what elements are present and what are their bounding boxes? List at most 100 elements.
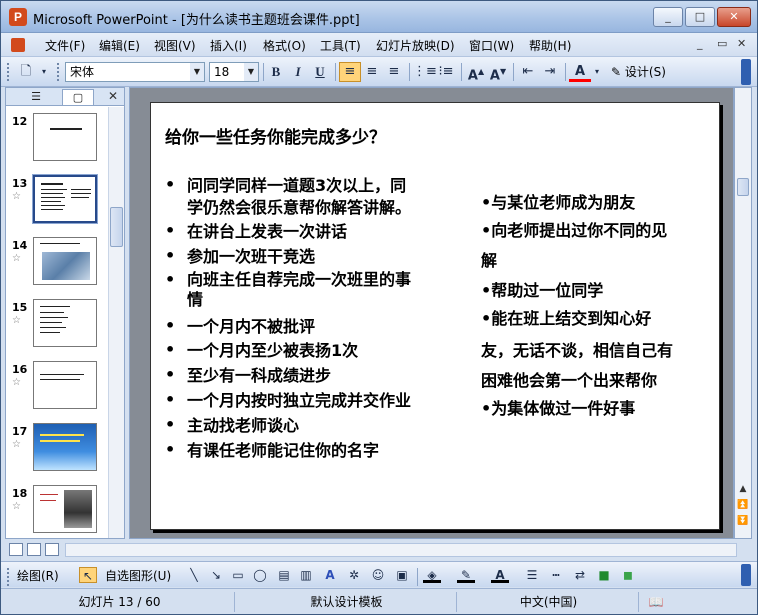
picture-icon[interactable]: ▣ <box>393 567 411 583</box>
slide-thumbnail-12[interactable]: 12 <box>6 109 110 171</box>
right-text-line[interactable]: •向老师提出过你不同的见 <box>481 217 667 241</box>
menu-slideshow[interactable]: 幻灯片放映(D) <box>376 37 455 54</box>
select-pointer-icon[interactable]: ↖ <box>79 567 97 583</box>
autoshapes-button[interactable]: 自选图形(U) <box>105 567 171 584</box>
textbox-tool-icon[interactable]: ▤ <box>275 567 293 583</box>
menu-file[interactable]: 文件(F) <box>45 37 85 54</box>
right-text-line[interactable]: •与某位老师成为朋友 <box>481 189 635 213</box>
close-button[interactable]: ✕ <box>717 7 751 27</box>
italic-button[interactable]: I <box>287 62 309 82</box>
align-left-icon[interactable]: ≡ <box>339 62 361 82</box>
rectangle-tool-icon[interactable]: ▭ <box>229 567 247 583</box>
font-size-select[interactable]: 18 ▼ <box>209 62 259 82</box>
vertical-textbox-icon[interactable]: ▥ <box>297 567 315 583</box>
doc-minimize-button[interactable]: _ <box>697 37 703 50</box>
scrollbar-thumb[interactable] <box>737 178 749 196</box>
draw-menu-button[interactable]: 绘图(R) <box>17 567 59 584</box>
right-text-line[interactable]: 困难他会第一个出来帮你 <box>481 367 657 391</box>
scrollbar-thumb[interactable] <box>110 207 123 247</box>
diagram-icon[interactable]: ✲ <box>345 567 363 583</box>
powerpoint-icon[interactable]: P <box>9 8 27 26</box>
next-slide-icon[interactable]: ⏬ <box>735 514 751 528</box>
fill-color-icon[interactable]: ◈ <box>423 567 441 583</box>
close-icon[interactable]: ✕ <box>108 89 118 103</box>
slide-preview[interactable] <box>33 113 97 161</box>
align-right-icon[interactable]: ≡ <box>383 62 405 82</box>
font-name-select[interactable]: 宋体 ▼ <box>65 62 205 82</box>
oval-tool-icon[interactable]: ◯ <box>251 567 269 583</box>
chevron-down-icon[interactable]: ▼ <box>244 63 258 81</box>
clipart-icon[interactable]: ☺ <box>369 567 387 583</box>
menu-window[interactable]: 窗口(W) <box>469 37 514 54</box>
normal-view-icon[interactable] <box>9 543 23 556</box>
chevron-up-icon[interactable]: ▲ <box>735 482 751 496</box>
thumbnail-scrollbar[interactable] <box>108 107 124 538</box>
toolbar-grip[interactable] <box>7 568 10 586</box>
font-color-icon[interactable]: A <box>569 62 591 82</box>
increase-indent-icon[interactable]: ⇥ <box>539 62 561 82</box>
font-color-icon[interactable]: A <box>491 567 509 583</box>
menu-format[interactable]: 格式(O) <box>263 37 306 54</box>
slide-thumbnail-13[interactable]: 13 ☆ <box>6 171 110 233</box>
menu-edit[interactable]: 编辑(E) <box>99 37 140 54</box>
slide-preview[interactable] <box>33 299 97 347</box>
right-text-line[interactable]: •为集体做过一件好事 <box>481 395 635 419</box>
slide-preview[interactable] <box>33 485 97 533</box>
slide-thumbnail-18[interactable]: 18 ☆ <box>6 481 110 538</box>
bold-button[interactable]: B <box>265 62 287 82</box>
slide-thumbnail-15[interactable]: 15 ☆ <box>6 295 110 357</box>
increase-font-icon[interactable]: A▲ <box>465 62 487 83</box>
toolbar-options-icon[interactable] <box>741 564 751 586</box>
line-color-icon[interactable]: ✎ <box>457 567 475 583</box>
menu-help[interactable]: 帮助(H) <box>529 37 571 54</box>
line-style-icon[interactable]: ☰ <box>523 567 541 583</box>
slide-title[interactable]: 给你一些任务你能完成多少？ <box>165 123 386 148</box>
arrow-tool-icon[interactable]: ↘ <box>207 567 225 583</box>
slide-thumbnail-16[interactable]: 16 ☆ <box>6 357 110 419</box>
toolbar-options-icon[interactable]: ▾ <box>37 62 51 82</box>
slide-thumbnail-14[interactable]: 14 ☆ <box>6 233 110 295</box>
toolbar-grip[interactable] <box>7 63 10 81</box>
toolbar-grip[interactable] <box>57 63 60 81</box>
new-document-icon[interactable]: 🗋 <box>15 62 37 82</box>
slideshow-view-icon[interactable] <box>45 543 59 556</box>
design-button[interactable]: ✎ 设计(S) <box>611 62 666 82</box>
slide-preview[interactable] <box>33 237 97 285</box>
3d-style-icon[interactable]: ◼ <box>619 567 637 583</box>
horizontal-scrollbar[interactable] <box>65 543 737 557</box>
decrease-font-icon[interactable]: A▼ <box>487 62 509 83</box>
bullets-icon[interactable]: ⁝≡ <box>435 62 457 82</box>
slide-sorter-icon[interactable] <box>27 543 41 556</box>
right-text-line[interactable]: •帮助过一位同学 <box>481 277 603 301</box>
right-text-line[interactable]: 友，无话不谈，相信自己有 <box>481 337 673 361</box>
menu-tools[interactable]: 工具(T) <box>320 37 361 54</box>
doc-close-button[interactable]: ✕ <box>737 37 746 50</box>
shadow-style-icon[interactable]: ■ <box>595 567 613 583</box>
toolbar-options-icon[interactable] <box>741 59 751 85</box>
chevron-down-icon[interactable]: ▼ <box>190 63 204 81</box>
slide-preview[interactable] <box>33 361 97 409</box>
slide-scrollbar[interactable]: ▲ ⏫ ⏬ <box>734 87 752 539</box>
slide-thumbnail-17[interactable]: 17 ☆ <box>6 419 110 481</box>
dash-style-icon[interactable]: ┅ <box>547 567 565 583</box>
arrow-style-icon[interactable]: ⇄ <box>571 567 589 583</box>
right-text-line[interactable]: 解 <box>481 247 497 271</box>
spelling-check-icon[interactable]: 📖 <box>641 592 671 612</box>
decrease-indent-icon[interactable]: ⇤ <box>517 62 539 82</box>
right-text-line[interactable]: •能在班上结交到知心好 <box>481 305 651 329</box>
current-slide[interactable]: 给你一些任务你能完成多少？ • 问同学同样一道题3次以上，同 学仍然会很乐意帮你… <box>150 102 720 530</box>
document-icon[interactable] <box>11 38 25 52</box>
chevron-down-icon[interactable]: ▾ <box>591 62 603 82</box>
slide-preview[interactable] <box>33 423 97 471</box>
line-tool-icon[interactable]: ╲ <box>185 567 203 583</box>
underline-button[interactable]: U <box>309 62 331 82</box>
numbering-icon[interactable]: ⋮≡ <box>413 62 437 82</box>
tab-slides[interactable]: ▢ <box>62 89 94 105</box>
slide-preview-selected[interactable] <box>32 174 98 224</box>
tab-outline[interactable]: ☰ <box>20 89 52 105</box>
menu-view[interactable]: 视图(V) <box>154 37 196 54</box>
menu-insert[interactable]: 插入(I) <box>210 37 247 54</box>
maximize-button[interactable]: □ <box>685 7 715 27</box>
wordart-icon[interactable]: A <box>321 567 339 583</box>
doc-restore-button[interactable]: ▭ <box>717 37 727 50</box>
